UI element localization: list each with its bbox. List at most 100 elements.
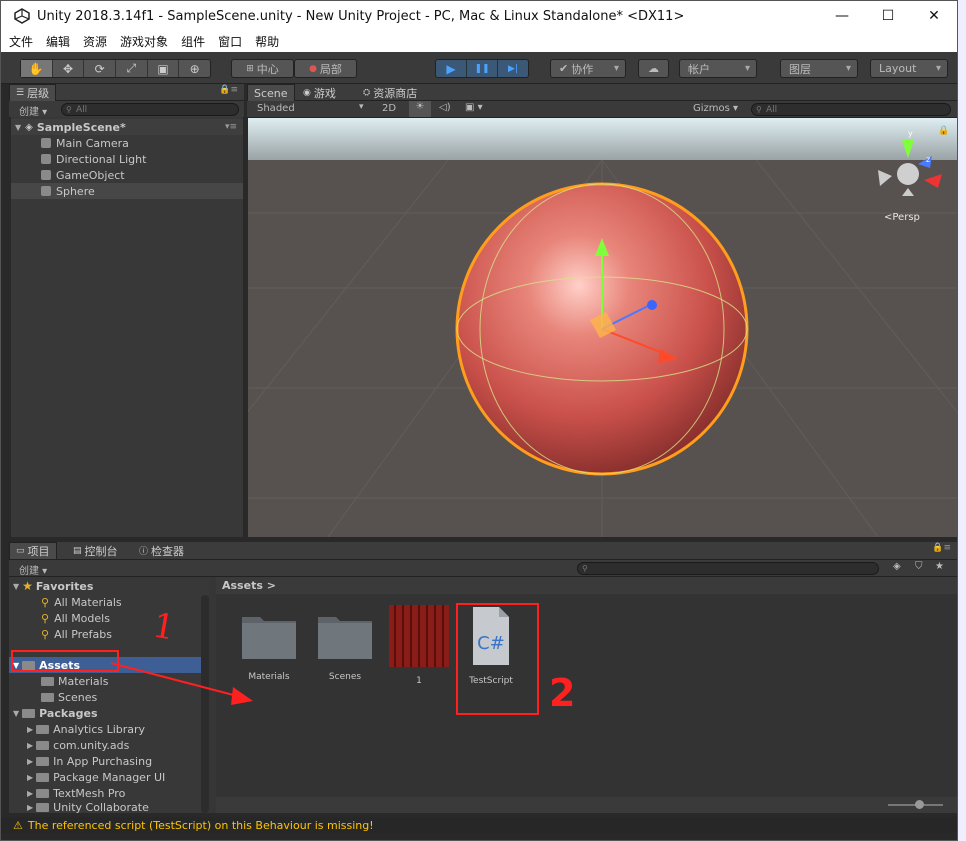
package-item[interactable]: ▶ Analytics Library bbox=[9, 721, 207, 737]
move-tool-icon[interactable]: ✥ bbox=[53, 60, 85, 77]
tab-asset-store[interactable]: ⛭ 资源商店 bbox=[357, 84, 423, 101]
status-bar[interactable]: ⚠ The referenced script (TestScript) on … bbox=[1, 817, 957, 833]
scene-lock-icon[interactable]: 🔒 bbox=[938, 126, 949, 136]
step-button[interactable]: ▶| bbox=[498, 60, 528, 77]
menu-edit[interactable]: 编辑 bbox=[46, 33, 70, 50]
unity-scene-icon: ◈ bbox=[25, 121, 33, 133]
hierarchy-create-button[interactable]: 创建 ▾ bbox=[19, 103, 47, 118]
close-button[interactable]: ✕ bbox=[911, 1, 957, 31]
menu-assets[interactable]: 资源 bbox=[83, 33, 107, 50]
play-button[interactable]: ▶ bbox=[436, 60, 467, 77]
menu-file[interactable]: 文件 bbox=[9, 33, 33, 50]
unity-logo-icon bbox=[13, 7, 31, 25]
tab-hierarchy[interactable]: ☰ 层级 bbox=[9, 84, 57, 101]
rotate-tool-icon[interactable]: ⟳ bbox=[84, 60, 116, 77]
account-label: 帐户 bbox=[688, 62, 710, 76]
tab-inspector[interactable]: ⓘ 检查器 bbox=[133, 542, 190, 559]
layers-dropdown[interactable]: 图层 bbox=[780, 59, 858, 78]
persp-label[interactable]: <Persp bbox=[884, 212, 920, 223]
minimize-button[interactable]: — bbox=[819, 1, 865, 31]
asset-folder-scenes[interactable]: Scenes bbox=[312, 611, 378, 682]
menu-component[interactable]: 组件 bbox=[181, 33, 205, 50]
pivot-toggle-button[interactable]: ⊞ 中心 bbox=[231, 59, 294, 78]
tab-project[interactable]: ▭ 项目 bbox=[9, 542, 57, 559]
lighting-toggle-icon[interactable]: ☀ bbox=[409, 101, 431, 117]
space-toggle-button[interactable]: ● 局部 bbox=[294, 59, 357, 78]
favorites-row[interactable]: ▼ ★ Favorites bbox=[9, 578, 207, 594]
collab-dropdown[interactable]: ✔ 协作 bbox=[550, 59, 626, 78]
hierarchy-item-selected[interactable]: Sphere bbox=[11, 183, 243, 199]
store-icon: ⛭ bbox=[363, 87, 371, 98]
collapsed-arrow-icon[interactable]: ▶ bbox=[27, 757, 33, 766]
tab-scene[interactable]: Scene bbox=[247, 84, 295, 101]
package-item-label: com.unity.ads bbox=[53, 738, 130, 752]
tab-game-label: 游戏 bbox=[313, 86, 336, 100]
z-axis-handle[interactable] bbox=[647, 300, 657, 310]
scene-viewport[interactable]: z y <Persp 🔒 bbox=[248, 118, 957, 537]
collapsed-arrow-icon[interactable]: ▶ bbox=[27, 741, 33, 750]
hand-tool-icon[interactable]: ✋ bbox=[20, 60, 53, 77]
audio-toggle-icon[interactable]: ◁) bbox=[439, 102, 451, 113]
list-icon: ☰ bbox=[16, 88, 25, 98]
menu-window[interactable]: 窗口 bbox=[218, 33, 242, 50]
expand-arrow-icon[interactable]: ▼ bbox=[13, 582, 19, 591]
collapsed-arrow-icon[interactable]: ▶ bbox=[27, 725, 33, 734]
cloud-button[interactable]: ☁ bbox=[638, 59, 669, 78]
favorite-item[interactable]: ⚲ All Materials bbox=[9, 594, 207, 610]
tab-game[interactable]: ◉ 游戏 bbox=[297, 84, 342, 101]
package-item[interactable]: ▶ TextMesh Pro bbox=[9, 785, 207, 801]
package-item[interactable]: ▶ Unity Collaborate bbox=[9, 801, 207, 813]
scale-tool-icon[interactable]: ⤢ bbox=[116, 60, 148, 77]
folder-icon bbox=[36, 788, 50, 798]
hierarchy-item[interactable]: GameObject bbox=[11, 167, 243, 183]
pause-button[interactable]: ❚❚ bbox=[467, 60, 498, 77]
collapsed-arrow-icon[interactable]: ▶ bbox=[27, 773, 33, 782]
hierarchy-item[interactable]: Main Camera bbox=[11, 135, 243, 151]
layers-label: 图层 bbox=[789, 62, 811, 76]
filter-label-icon[interactable]: ⛉ bbox=[915, 561, 923, 572]
scene-search-input[interactable]: ⚲ All bbox=[751, 103, 951, 116]
collapsed-arrow-icon[interactable]: ▶ bbox=[27, 803, 33, 812]
space-label: 局部 bbox=[319, 62, 342, 76]
favorite-item[interactable]: ⚲ All Prefabs bbox=[9, 626, 207, 642]
transform-tool-icon[interactable]: ⊕ bbox=[179, 60, 210, 77]
console-icon: ▤ bbox=[73, 545, 82, 556]
breadcrumb[interactable]: Assets > bbox=[216, 577, 957, 594]
package-item[interactable]: ▶ com.unity.ads bbox=[9, 737, 207, 753]
project-create-button[interactable]: 创建 ▾ bbox=[19, 562, 47, 577]
gizmos-dropdown[interactable]: Gizmos ▾ bbox=[693, 103, 738, 114]
shading-mode-dropdown[interactable]: Shaded bbox=[257, 103, 295, 114]
folder-icon bbox=[36, 802, 50, 812]
rect-tool-icon[interactable]: ▣ bbox=[148, 60, 180, 77]
effects-toggle-icon[interactable]: ▣ ▾ bbox=[465, 102, 483, 113]
package-item-label: Analytics Library bbox=[53, 722, 146, 736]
maximize-button[interactable]: ☐ bbox=[865, 1, 911, 31]
material-thumbnail-icon bbox=[389, 605, 449, 667]
favorite-star-icon[interactable]: ★ bbox=[935, 561, 944, 572]
zoom-slider-handle[interactable] bbox=[915, 800, 924, 809]
cloud-icon: ☁ bbox=[648, 62, 659, 75]
mode-2d-button[interactable]: 2D bbox=[382, 103, 396, 114]
scene-root-row[interactable]: ▼ ◈ SampleScene* ▾≡ bbox=[11, 119, 243, 135]
panel-lock-icon[interactable]: 🔒≡ bbox=[932, 543, 951, 553]
package-item[interactable]: ▶ In App Purchasing bbox=[9, 753, 207, 769]
local-icon: ● bbox=[309, 63, 317, 74]
window-title: Unity 2018.3.14f1 - SampleScene.unity - … bbox=[37, 8, 685, 24]
scene-menu-icon[interactable]: ▾≡ bbox=[225, 122, 237, 132]
account-dropdown[interactable]: 帐户 bbox=[679, 59, 757, 78]
tab-console[interactable]: ▤ 控制台 bbox=[67, 542, 124, 559]
panel-lock-icon[interactable]: 🔒≡ bbox=[219, 85, 238, 95]
collapsed-arrow-icon[interactable]: ▶ bbox=[27, 789, 33, 798]
hierarchy-item[interactable]: Directional Light bbox=[11, 151, 243, 167]
package-item[interactable]: ▶ Package Manager UI bbox=[9, 769, 207, 785]
hierarchy-item-label: Directional Light bbox=[56, 152, 147, 166]
hierarchy-search-input[interactable]: ⚲ All bbox=[61, 103, 239, 116]
asset-material-1[interactable]: 1 bbox=[386, 605, 452, 686]
layout-dropdown[interactable]: Layout bbox=[870, 59, 948, 78]
filter-type-icon[interactable]: ◈ bbox=[893, 561, 901, 572]
expand-arrow-icon[interactable]: ▼ bbox=[13, 709, 19, 718]
menu-help[interactable]: 帮助 bbox=[255, 33, 279, 50]
project-search-input[interactable]: ⚲ bbox=[577, 562, 879, 575]
menu-gameobject[interactable]: 游戏对象 bbox=[120, 33, 168, 50]
expand-arrow-icon[interactable]: ▼ bbox=[15, 123, 21, 132]
